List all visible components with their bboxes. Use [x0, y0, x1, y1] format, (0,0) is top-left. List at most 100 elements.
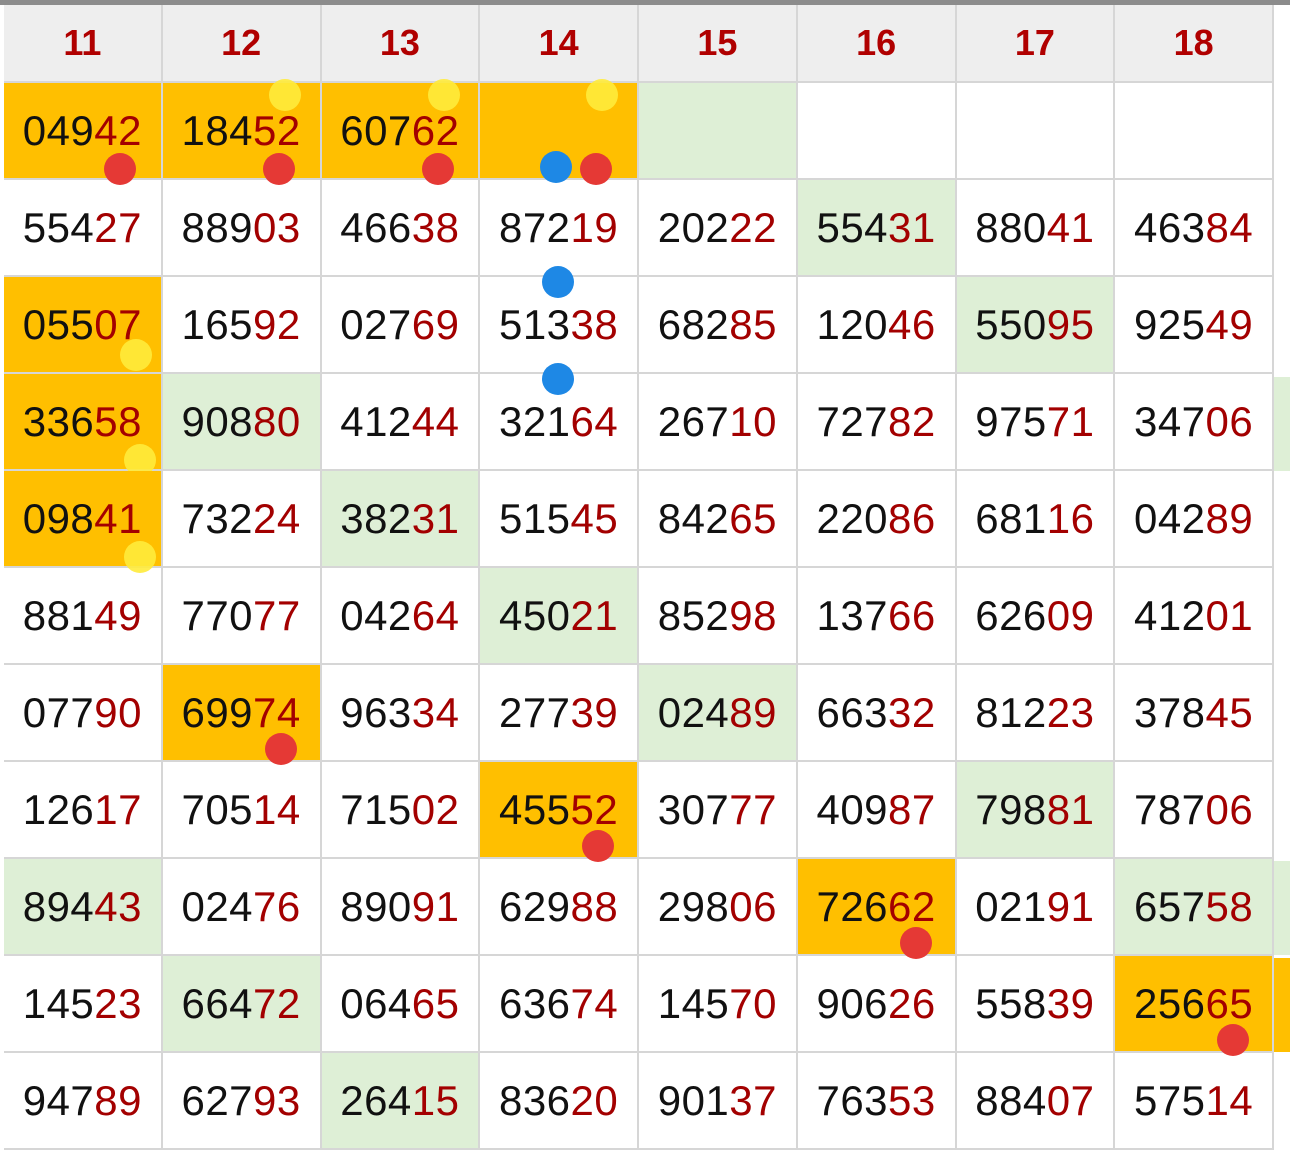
result-cell[interactable]: 890 91	[321, 859, 481, 956]
result-cell[interactable]: 682 85	[639, 277, 798, 374]
result-cell[interactable]: 412 44	[321, 374, 481, 471]
result-cell[interactable]: 145 70	[639, 956, 798, 1053]
result-cell[interactable]: 763 53	[797, 1053, 957, 1150]
result-cell[interactable]: 024 89	[639, 665, 798, 762]
column-header[interactable]: 17	[956, 5, 1116, 83]
result-cell[interactable]: 409 87	[797, 762, 957, 859]
result-cell[interactable]: 657 58	[1115, 859, 1274, 956]
result-cell[interactable]: 732 24	[162, 471, 322, 568]
result-cell[interactable]: 894 43	[4, 859, 163, 956]
result-cell[interactable]: 347 06	[1115, 374, 1274, 471]
result-cell[interactable]: 184 52	[162, 79, 322, 185]
result-cell[interactable]	[1115, 83, 1274, 180]
result-cell[interactable]: 975 71	[956, 374, 1116, 471]
result-cell[interactable]: 664 72	[162, 956, 322, 1053]
result-cell[interactable]: 901 37	[639, 1053, 798, 1150]
result-cell[interactable]: 098 41	[4, 471, 163, 573]
result-cell[interactable]: 963 34	[321, 665, 481, 762]
result-cell[interactable]: 872 19	[480, 180, 639, 298]
result-cell[interactable]: 627 93	[162, 1053, 322, 1150]
result-cell[interactable]: 770 77	[162, 568, 322, 665]
column-header[interactable]: 15	[639, 5, 798, 83]
result-cell[interactable]: 663 32	[797, 665, 957, 762]
result-cell[interactable]: 629 88	[480, 859, 639, 956]
result-cell[interactable]: 513 38	[480, 277, 639, 395]
result-cell[interactable]: 636 74	[480, 956, 639, 1053]
result-cell[interactable]: 165 92	[162, 277, 322, 374]
result-cell[interactable]: 027 69	[321, 277, 481, 374]
result-cell[interactable]: 382 31	[321, 471, 481, 568]
result-cell[interactable]	[956, 83, 1116, 180]
result-cell[interactable]: 412 01	[1115, 568, 1274, 665]
result-cell[interactable]: 120 46	[797, 277, 957, 374]
result-cell[interactable]: 264 15	[321, 1053, 481, 1150]
result-cell[interactable]: 298 06	[639, 859, 798, 956]
result-cell[interactable]: 049 42	[4, 83, 163, 185]
result-cell[interactable]: 550 95	[956, 277, 1116, 374]
result-cell[interactable]: 042 89	[1115, 471, 1274, 568]
result-cell[interactable]: 947 89	[4, 1053, 163, 1150]
result-cell[interactable]: 515 45	[480, 471, 639, 568]
result-cell[interactable]: 607 62	[321, 79, 481, 185]
result-cell[interactable]: 812 23	[956, 665, 1116, 762]
result-cell[interactable]: 626 09	[956, 568, 1116, 665]
result-cell[interactable]: 852 98	[639, 568, 798, 665]
result-cell[interactable]: 321 64	[480, 374, 639, 471]
result-cell[interactable]: 137 66	[797, 568, 957, 665]
result-cell[interactable]: 336 58	[4, 374, 163, 476]
result-cell[interactable]: 450 21	[480, 568, 639, 665]
column-header[interactable]: 11	[4, 5, 163, 83]
result-cell[interactable]	[480, 79, 639, 185]
number-leading-digits: 298	[657, 882, 730, 930]
result-cell[interactable]: 884 07	[956, 1053, 1116, 1150]
result-cell[interactable]: 055 07	[4, 277, 163, 374]
result-cell[interactable]: 889 03	[162, 180, 322, 277]
result-cell[interactable]: 798 81	[956, 762, 1116, 859]
result-cell[interactable]: 727 82	[797, 374, 957, 471]
result-cell[interactable]: 906 26	[797, 956, 957, 1053]
number-trailing-digits: 90	[94, 688, 143, 736]
result-cell[interactable]: 681 16	[956, 471, 1116, 568]
result-cell[interactable]: 554 27	[4, 180, 163, 277]
result-cell[interactable]: 145 23	[4, 956, 163, 1053]
result-cell[interactable]: 558 39	[956, 956, 1116, 1053]
result-cell[interactable]: 726 62	[797, 859, 957, 959]
result-cell[interactable]	[797, 83, 957, 180]
column-header[interactable]: 13	[321, 5, 481, 83]
result-cell[interactable]: 307 77	[639, 762, 798, 859]
result-cell[interactable]: 267 10	[639, 374, 798, 471]
result-cell[interactable]: 908 80	[162, 374, 322, 471]
yellow-marker-dot	[427, 79, 460, 111]
result-cell[interactable]: 077 90	[4, 665, 163, 762]
result-cell[interactable]: 463 84	[1115, 180, 1274, 277]
column-header[interactable]: 18	[1115, 5, 1274, 83]
result-cell[interactable]: 024 76	[162, 859, 322, 956]
result-cell[interactable]: 787 06	[1115, 762, 1274, 859]
result-cell[interactable]: 064 65	[321, 956, 481, 1053]
result-cell[interactable]: 378 45	[1115, 665, 1274, 762]
result-cell[interactable]: 554 31	[797, 180, 957, 277]
result-cell[interactable]: 466 38	[321, 180, 481, 277]
result-cell[interactable]: 881 49	[4, 568, 163, 665]
result-cell[interactable]: 699 74	[162, 665, 322, 765]
column-header[interactable]: 16	[797, 5, 957, 83]
result-cell[interactable]: 705 14	[162, 762, 322, 859]
result-cell[interactable]: 575 14	[1115, 1053, 1274, 1150]
result-cell[interactable]: 220 86	[797, 471, 957, 568]
result-cell[interactable]: 836 20	[480, 1053, 639, 1150]
column-header[interactable]: 14	[480, 5, 639, 83]
result-cell[interactable]: 126 17	[4, 762, 163, 859]
result-cell[interactable]: 256 65	[1115, 956, 1274, 1056]
result-cell[interactable]: 925 49	[1115, 277, 1274, 374]
column-header[interactable]: 12	[162, 5, 322, 83]
number-leading-digits: 975	[975, 397, 1047, 445]
result-cell[interactable]: 277 39	[480, 665, 639, 762]
result-cell[interactable]: 842 65	[639, 471, 798, 568]
result-cell[interactable]: 042 64	[321, 568, 481, 665]
result-cell[interactable]: 202 22	[639, 180, 798, 277]
result-cell[interactable]: 880 41	[956, 180, 1116, 277]
result-cell[interactable]: 021 91	[956, 859, 1116, 956]
result-cell[interactable]: 715 02	[321, 762, 481, 859]
result-cell[interactable]	[639, 83, 798, 180]
result-cell[interactable]: 455 52	[480, 762, 639, 862]
